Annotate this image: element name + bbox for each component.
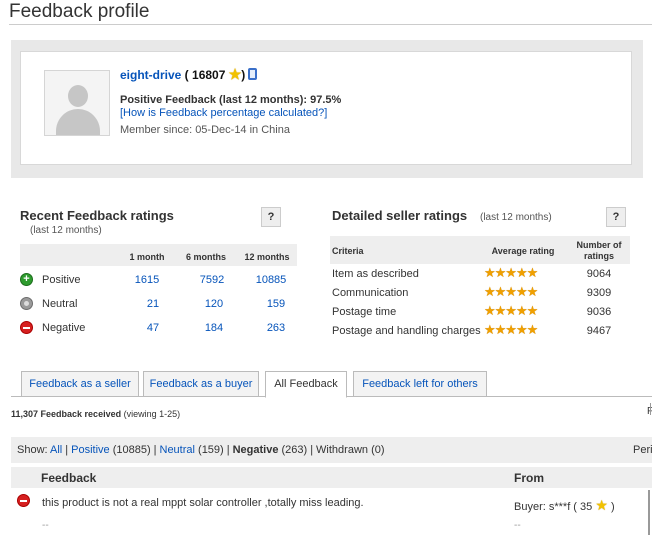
sep: | <box>153 444 157 456</box>
negative-6-months[interactable]: 184 <box>186 322 242 334</box>
edge-divider <box>650 403 651 415</box>
filter-positive[interactable]: Positive <box>71 444 110 456</box>
row-label-positive: Positive <box>42 274 81 286</box>
col-6-months: 6 months <box>185 252 226 262</box>
feedback-table-header <box>11 467 652 488</box>
dsr-label-item-described: Item as described <box>332 268 419 280</box>
period-selector[interactable]: Peri <box>633 444 652 456</box>
dsr-heading: Detailed seller ratings <box>332 208 468 223</box>
dsr-stars-item-described: ★★★★★ <box>484 265 538 280</box>
neutral-icon <box>20 297 33 310</box>
recent-ratings-heading: Recent Feedback ratings <box>20 208 174 223</box>
feedback-item-placeholder: -- <box>42 520 49 531</box>
dsr-col-criteria: Criteria <box>332 246 364 256</box>
scrollbar[interactable] <box>648 490 650 535</box>
feedback-score: 16807 <box>192 68 226 82</box>
score-open: ( <box>181 68 193 82</box>
positive-12-months[interactable]: 10885 <box>242 274 300 286</box>
negative-1-month[interactable]: 47 <box>126 322 180 334</box>
dsr-stars-postage-handling: ★★★★★ <box>484 322 538 337</box>
dsr-stars-postage-time: ★★★★★ <box>484 303 538 318</box>
feedback-buyer-close: ) <box>610 501 615 513</box>
viewing-range: (viewing 1-25) <box>123 409 181 419</box>
dsr-count-postage-handling: 9467 <box>586 325 612 337</box>
neutral-6-months[interactable]: 120 <box>186 298 242 310</box>
tab-feedback-as-buyer[interactable]: Feedback as a buyer <box>143 371 259 397</box>
dsr-stars-communication: ★★★★★ <box>484 284 538 299</box>
negative-12-months[interactable]: 263 <box>247 322 305 334</box>
dsr-count-postage-time: 9036 <box>586 306 612 318</box>
negative-icon <box>20 321 33 334</box>
filter-neutral-count: (159) <box>198 444 224 456</box>
row-label-neutral: Neutral <box>42 298 78 310</box>
positive-6-months[interactable]: 7592 <box>184 274 240 286</box>
dsr-col-average: Average rating <box>491 246 555 256</box>
feedback-buyer[interactable]: Buyer: s***f ( 35 <box>514 501 592 513</box>
show-label: Show: <box>17 444 48 456</box>
avatar <box>44 70 110 136</box>
star-icon[interactable]: ★ <box>595 497 608 513</box>
show-filter: Show: All | Positive (10885) | Neutral (159)… <box>17 444 385 456</box>
filter-negative-count: (263) <box>281 444 308 456</box>
positive-1-month[interactable]: 1615 <box>120 274 174 286</box>
title-divider <box>9 24 652 25</box>
sep: | <box>310 444 314 456</box>
sep: | <box>226 444 230 456</box>
neutral-1-month[interactable]: 21 <box>126 298 180 310</box>
filter-neutral[interactable]: Neutral <box>160 444 195 456</box>
tab-feedback-as-seller[interactable]: Feedback as a seller <box>21 371 139 397</box>
feedback-comment: this product is not a real mppt solar co… <box>42 497 364 509</box>
filter-positive-count: (10885) <box>112 444 151 456</box>
star-icon[interactable]: ★ <box>229 66 242 82</box>
positive-icon: + <box>20 273 33 286</box>
dsr-label-communication: Communication <box>332 287 409 299</box>
feedback-from: Buyer: s***f ( 35 ★ ) <box>514 497 615 514</box>
col-1-month: 1 month <box>129 252 165 262</box>
feedback-received-count: 11,307 Feedback received (viewing 1-25) <box>11 409 180 419</box>
dsr-count-communication: 9309 <box>586 287 612 299</box>
dsr-subtitle: (last 12 months) <box>480 212 552 223</box>
dsr-col-number-2: ratings <box>583 251 614 261</box>
recent-ratings-subtitle: (last 12 months) <box>30 225 102 236</box>
dsr-label-postage-time: Postage time <box>332 306 397 318</box>
filter-all[interactable]: All <box>50 444 62 456</box>
col-from: From <box>514 471 544 485</box>
negative-feedback-icon <box>17 494 30 507</box>
tab-all-feedback[interactable]: All Feedback <box>265 371 347 398</box>
col-feedback: Feedback <box>41 471 97 485</box>
neutral-12-months[interactable]: 159 <box>247 298 305 310</box>
feedback-calc-link[interactable]: [How is Feedback percentage calculated?] <box>120 107 327 119</box>
dsr-label-postage-handling: Postage and handling charges <box>332 325 481 337</box>
feedback-from-placeholder: -- <box>514 520 521 531</box>
username-link[interactable]: eight-drive <box>120 68 181 82</box>
received-count: 11,307 Feedback received <box>11 409 122 419</box>
positive-feedback-percent: Positive Feedback (last 12 months): 97.5… <box>120 94 342 106</box>
dsr-count-item-described: 9064 <box>586 268 612 280</box>
member-since: Member since: 05-Dec-14 in China <box>120 124 290 136</box>
dsr-help-button[interactable]: ? <box>606 207 626 227</box>
row-label-negative: Negative <box>42 322 86 334</box>
mobile-badge-icon[interactable] <box>248 68 258 80</box>
filter-negative[interactable]: Negative <box>233 444 279 456</box>
avatar-body-shape <box>56 109 100 135</box>
tab-feedback-left-for-others[interactable]: Feedback left for others <box>353 371 487 397</box>
filter-withdrawn-count: (0) <box>371 444 385 456</box>
sep: | <box>65 444 69 456</box>
avatar-head-shape <box>68 85 88 107</box>
col-12-months: 12 months <box>244 252 290 262</box>
page-title: Feedback profile <box>9 1 150 22</box>
recent-help-button[interactable]: ? <box>261 207 281 227</box>
username-line: eight-drive ( 16807 ★) <box>120 66 258 83</box>
dsr-col-number-1: Number of <box>576 240 622 250</box>
filter-withdrawn[interactable]: Withdrawn <box>316 444 368 456</box>
score-close: ) <box>241 68 246 82</box>
